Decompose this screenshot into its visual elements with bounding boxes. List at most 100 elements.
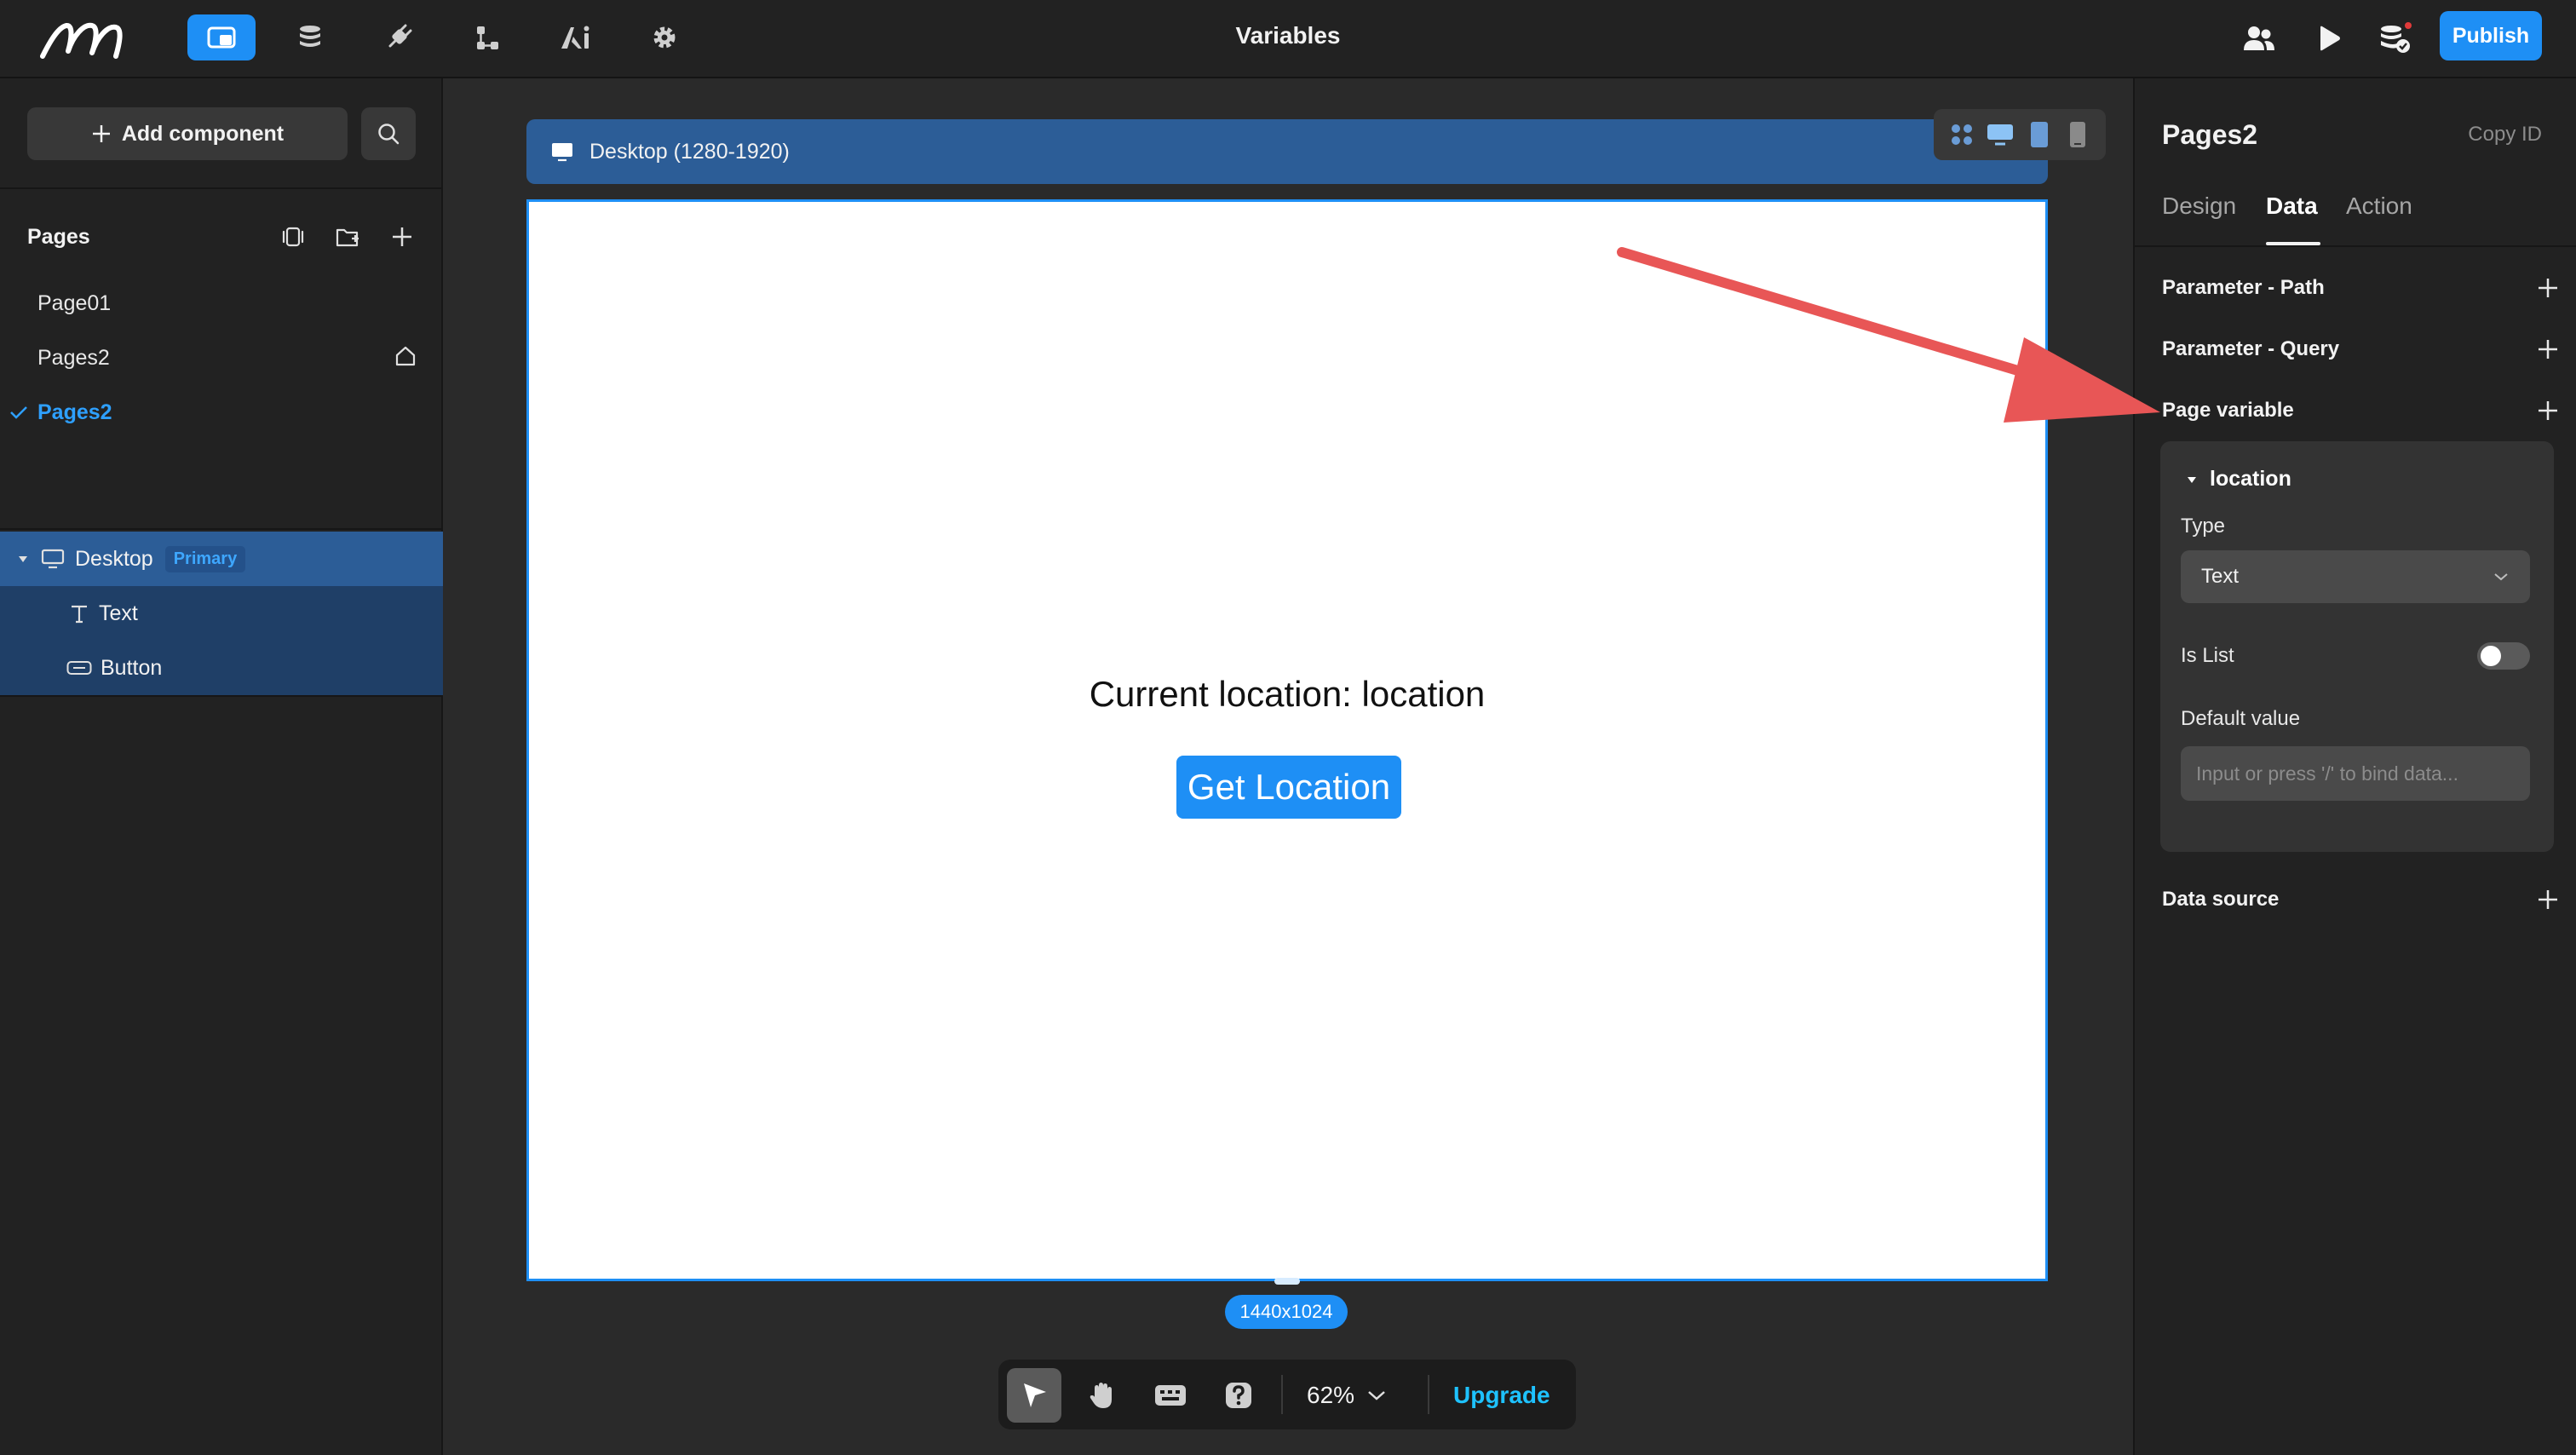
page-title: Pages2 xyxy=(2162,119,2258,150)
home-icon[interactable] xyxy=(394,344,417,368)
variable-header[interactable]: location xyxy=(2186,467,2291,492)
select-tool[interactable] xyxy=(1007,1368,1061,1423)
keyboard-shortcuts-tool[interactable] xyxy=(1143,1368,1198,1423)
tab-data[interactable]: Data xyxy=(2266,193,2318,220)
type-value: Text xyxy=(2201,565,2240,588)
folder-plus-icon xyxy=(336,228,359,247)
chevron-down-icon xyxy=(1368,1391,1385,1400)
divider xyxy=(0,695,443,697)
primary-badge: Primary xyxy=(164,545,246,572)
pointer-icon xyxy=(1024,1383,1046,1407)
add-query-parameter-icon[interactable] xyxy=(2537,338,2559,360)
divider xyxy=(0,187,443,189)
variable-card: location Type Text Is List Default value xyxy=(2160,441,2554,852)
divider xyxy=(0,528,443,530)
page-item[interactable]: Page01 xyxy=(0,278,443,329)
section-parameter-query: Parameter - Query xyxy=(2162,332,2559,366)
zoom-value: 62% xyxy=(1307,1382,1355,1408)
is-list-toggle[interactable] xyxy=(2477,642,2530,670)
tree-item-desktop[interactable]: Desktop Primary xyxy=(0,532,443,586)
grid-icon xyxy=(1951,124,1972,145)
device-mobile-button[interactable] xyxy=(2061,118,2095,152)
top-bar: Variables Publish xyxy=(0,0,2576,78)
zoom-select[interactable]: 62% xyxy=(1307,1368,1387,1423)
plugins-nav-button[interactable] xyxy=(365,14,433,60)
database-nav-button[interactable] xyxy=(276,14,344,60)
device-all-button[interactable] xyxy=(1945,118,1979,152)
section-data-source: Data source xyxy=(2162,883,2559,917)
artboard-size-badge: 1440x1024 xyxy=(1225,1295,1348,1329)
section-page-variable: Page variable xyxy=(2162,394,2559,428)
page-item[interactable]: Pages2 xyxy=(0,332,443,383)
mobile-icon xyxy=(2070,122,2086,147)
section-parameter-path: Parameter - Path xyxy=(2162,271,2559,305)
pages-title: Pages xyxy=(27,225,90,249)
page-label: Pages2 xyxy=(37,345,110,370)
preview-button[interactable] xyxy=(2305,15,2353,61)
database-status-button[interactable] xyxy=(2372,15,2419,61)
artboard[interactable]: Current location: location Get Location xyxy=(526,199,2048,1281)
add-path-parameter-icon[interactable] xyxy=(2537,277,2559,299)
caret-down-icon xyxy=(2188,476,2196,483)
section-label: Parameter - Path xyxy=(2162,276,2325,299)
tab-design[interactable]: Design xyxy=(2162,193,2236,220)
ai-nav-button[interactable] xyxy=(542,14,610,60)
toolbar-divider xyxy=(1428,1375,1429,1414)
gear-icon xyxy=(653,26,676,49)
check-icon xyxy=(10,406,27,419)
add-data-source-icon[interactable] xyxy=(2537,889,2559,911)
hand-tool[interactable] xyxy=(1075,1368,1130,1423)
help-tool[interactable] xyxy=(1211,1368,1266,1423)
page-layers-button[interactable] xyxy=(276,220,310,254)
default-value-input[interactable] xyxy=(2181,746,2530,801)
tree-item-text[interactable]: Text xyxy=(0,586,443,641)
toggle-knob xyxy=(2481,646,2501,666)
database-icon xyxy=(300,26,320,47)
layers-icon xyxy=(282,227,304,247)
ai-icon xyxy=(561,26,589,49)
tree-item-label: Button xyxy=(101,655,163,680)
get-location-button[interactable]: Get Location xyxy=(1176,756,1401,819)
device-desktop-button[interactable] xyxy=(1983,118,2017,152)
tablet-icon xyxy=(2030,122,2048,147)
app-logo[interactable] xyxy=(37,14,128,63)
text-icon xyxy=(72,605,87,624)
add-page-variable-icon[interactable] xyxy=(2537,400,2559,422)
workflow-nav-button[interactable] xyxy=(453,14,521,60)
pages-nav-button[interactable] xyxy=(187,14,256,60)
add-page-button[interactable] xyxy=(385,220,419,254)
collaborators-button[interactable] xyxy=(2235,15,2283,61)
variable-name: location xyxy=(2210,467,2291,491)
type-select[interactable]: Text xyxy=(2181,550,2530,603)
device-bar[interactable]: Desktop (1280-1920) xyxy=(526,119,2048,184)
tab-action[interactable]: Action xyxy=(2346,193,2412,220)
publish-button[interactable]: Publish xyxy=(2440,11,2542,60)
add-component-button[interactable]: Add component xyxy=(27,107,348,160)
add-folder-button[interactable] xyxy=(331,220,365,254)
search-button[interactable] xyxy=(361,107,416,160)
button-icon xyxy=(66,661,92,675)
desktop-icon xyxy=(41,549,65,569)
database-check-icon xyxy=(2381,22,2412,53)
page-label: Pages2 xyxy=(37,400,112,424)
add-component-label: Add component xyxy=(121,121,285,146)
plus-icon xyxy=(393,227,411,246)
desktop-icon xyxy=(1987,124,2014,146)
tree-item-button[interactable]: Button xyxy=(0,641,443,695)
caret-down-icon[interactable] xyxy=(17,553,29,565)
right-panel: Pages2 Copy ID Design Data Action Parame… xyxy=(2133,78,2576,1455)
type-label: Type xyxy=(2181,515,2226,538)
bottom-toolbar: 62% Upgrade xyxy=(998,1360,1576,1429)
settings-nav-button[interactable] xyxy=(630,14,699,60)
pages-icon xyxy=(207,26,236,49)
upgrade-link[interactable]: Upgrade xyxy=(1453,1368,1550,1423)
section-label: Parameter - Query xyxy=(2162,337,2340,360)
toolbar-divider xyxy=(1281,1375,1283,1414)
copy-id-button[interactable]: Copy ID xyxy=(2468,123,2542,147)
artboard-resize-handle[interactable] xyxy=(1274,1278,1300,1285)
page-item-selected[interactable]: Pages2 xyxy=(0,387,443,438)
tree-item-label: Text xyxy=(99,601,138,625)
location-text[interactable]: Current location: location xyxy=(529,674,2045,715)
device-tablet-button[interactable] xyxy=(2022,118,2056,152)
device-switcher xyxy=(1934,109,2106,160)
